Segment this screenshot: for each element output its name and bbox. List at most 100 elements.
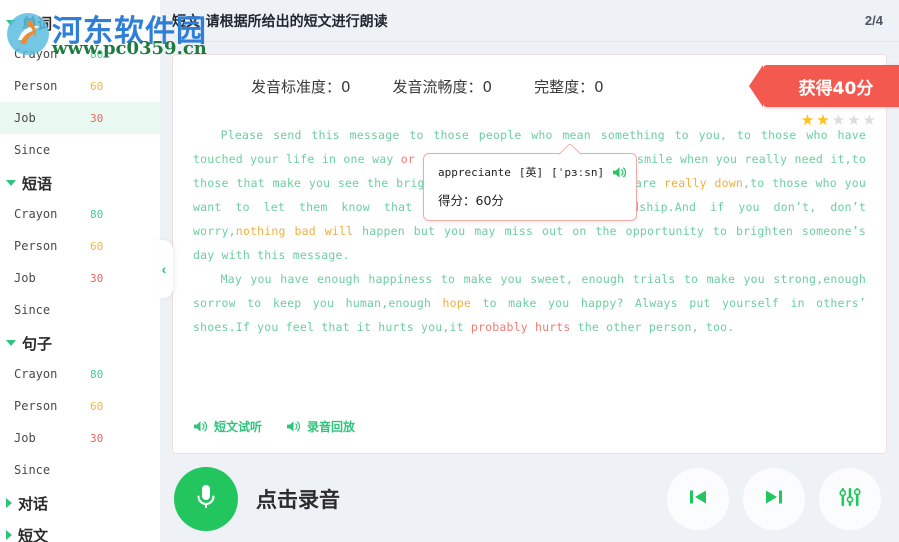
passage-segment-bad[interactable]: probably hurts [471,320,571,334]
sidebar-item-label: Since [14,143,51,157]
card-wrapper: 发音标准度：0 发音流畅度：0 完整度：0 获得40分 ★ ★ ★ ★ ★ Please… [160,42,899,456]
sidebar-item-score: 30 [90,111,104,125]
chevron-down-icon [6,180,16,186]
audio-link-短文试听[interactable]: 短文试听 [193,418,262,435]
sidebar-item-crayon[interactable]: Crayon 80 [0,38,160,70]
chevron-down-icon [6,20,16,26]
tooltip-word-row: appreciante [英] [ˈpɜːsn] [438,164,627,180]
star-icon: ★ [831,112,846,129]
sidebar-item-job[interactable]: Job 30 [0,262,160,294]
sidebar-group-title: 句子 [22,334,53,353]
star-icon: ★ [816,112,830,129]
score-accuracy: 发音标准度：0 [251,77,351,96]
sidebar-item-person[interactable]: Person 60 [0,70,160,102]
sidebar-item-label: Job [14,271,36,285]
speaker-icon[interactable] [612,166,627,179]
audio-link-label: 录音回放 [307,420,356,434]
sidebar-item-crayon[interactable]: Crayon 80 [0,358,160,390]
audio-link-label: 短文试听 [214,420,263,434]
sidebar-item-since[interactable]: Since [0,294,160,326]
chevron-down-icon [6,340,16,346]
speaker-icon [286,420,301,433]
sidebar-item-label: Crayon [14,47,58,61]
microphone-icon [193,481,219,518]
skip-previous-icon [686,485,710,514]
settings-button[interactable] [819,468,881,530]
sidebar-item-score: 80 [90,367,104,381]
playback-controls [667,468,881,530]
next-button[interactable] [743,468,805,530]
audio-links: 短文试听 录音回放 [193,418,355,435]
audio-link-录音回放[interactable]: 录音回放 [286,418,355,435]
passage-segment-good[interactable]: the other person, too. [571,320,735,334]
sidebar-group-title: 短语 [22,174,53,193]
star-rating: ★ ★ ★ ★ ★ [801,113,876,128]
star-icon: ★ [800,112,815,129]
sidebar-group-list: 单词 Crayon 80 Person 60 Job 30 Since 短语 Crayon 80 Pe… [0,8,160,542]
chevron-right-icon [6,530,12,540]
sidebar-item-score: 60 [90,239,104,253]
sidebar-item-score: 80 [90,207,104,221]
topbar: 短文:请根据所给出的短文进行朗读 2/4 [160,0,899,42]
sidebar-item-label: Person [14,399,58,413]
passage-paragraph: May you have enough happiness to make yo… [193,267,866,339]
page-title: 短文:请根据所给出的短文进行朗读 [172,13,388,30]
sidebar-group-短文[interactable]: 短文 [0,520,160,542]
passage-segment-warn[interactable]: hope [443,296,472,310]
sidebar-item-crayon[interactable]: Crayon 80 [0,198,160,230]
sidebar-group-单词[interactable]: 单词 [0,8,160,38]
sidebar-item-score: 30 [90,431,104,445]
sidebar-collapse-handle[interactable]: ‹ [155,240,173,298]
score-integrity: 完整度：0 [534,77,604,96]
sidebar-group-title: 对话 [18,494,49,513]
sidebar-item-label: Job [14,431,36,445]
chevron-right-icon [6,498,12,508]
sidebar-item-label: Crayon [14,207,58,221]
tooltip-score: 得分：60分 [438,193,504,208]
sidebar-item-score: 60 [90,399,104,413]
previous-button[interactable] [667,468,729,530]
sidebar-item-label: Job [14,111,36,125]
sidebar-item-person[interactable]: Person 60 [0,230,160,262]
tooltip-lang-tag: [英] [518,166,544,179]
sliders-icon [838,485,862,514]
record-button[interactable] [174,467,238,531]
page-indicator: 2/4 [864,13,883,28]
sidebar-item-job[interactable]: Job 30 [0,422,160,454]
tooltip-word: appreciante [438,165,511,179]
sidebar-item-score: 30 [90,271,104,285]
sidebar-item-label: Person [14,239,58,253]
score-fluency: 发音流畅度：0 [392,77,493,96]
sidebar-item-label: Since [14,463,51,477]
sidebar-group-短语[interactable]: 短语 [0,168,160,198]
reading-card: 发音标准度：0 发音流畅度：0 完整度：0 获得40分 ★ ★ ★ ★ ★ Please… [172,54,899,454]
sidebar-item-label: Crayon [14,367,58,381]
word-tooltip: appreciante [英] [ˈpɜːsn] 得分：60分 [423,153,637,221]
star-icon: ★ [847,112,861,129]
skip-next-icon [762,485,786,514]
app-root: 单词 Crayon 80 Person 60 Job 30 Since 短语 Crayon 80 Pe… [0,0,899,542]
sidebar-item-job[interactable]: Job 30 [0,102,160,134]
total-score-ribbon: 获得40分 [749,65,899,107]
sidebar-item-label: Person [14,79,58,93]
sidebar-item-label: Since [14,303,51,317]
total-score-label: 获得40分 [798,78,874,99]
sidebar-item-score: 80 [90,47,104,61]
sidebar-group-对话[interactable]: 对话 [0,488,160,518]
footer-controls: 点击录音 [160,456,899,542]
star-icon: ★ [862,112,876,129]
sidebar-item-score: 60 [90,79,104,93]
passage-segment-warn[interactable]: nothing bad will [236,224,354,238]
tooltip-phonetic: [ˈpɜːsn] [551,165,605,179]
sidebar-group-句子[interactable]: 句子 [0,328,160,358]
sidebar-item-since[interactable]: Since [0,134,160,166]
sidebar-item-person[interactable]: Person 60 [0,390,160,422]
record-label: 点击录音 [256,488,340,512]
passage-segment-warn[interactable]: really down [664,176,743,190]
speaker-icon [193,420,208,433]
main-column: 短文:请根据所给出的短文进行朗读 2/4 发音标准度：0 发音流畅度：0 完整度… [160,0,899,542]
sidebar-item-since[interactable]: Since [0,454,160,486]
sidebar-group-title: 单词 [22,14,53,33]
chevron-left-icon: ‹ [161,261,167,277]
sidebar-group-title: 短文 [18,526,49,542]
